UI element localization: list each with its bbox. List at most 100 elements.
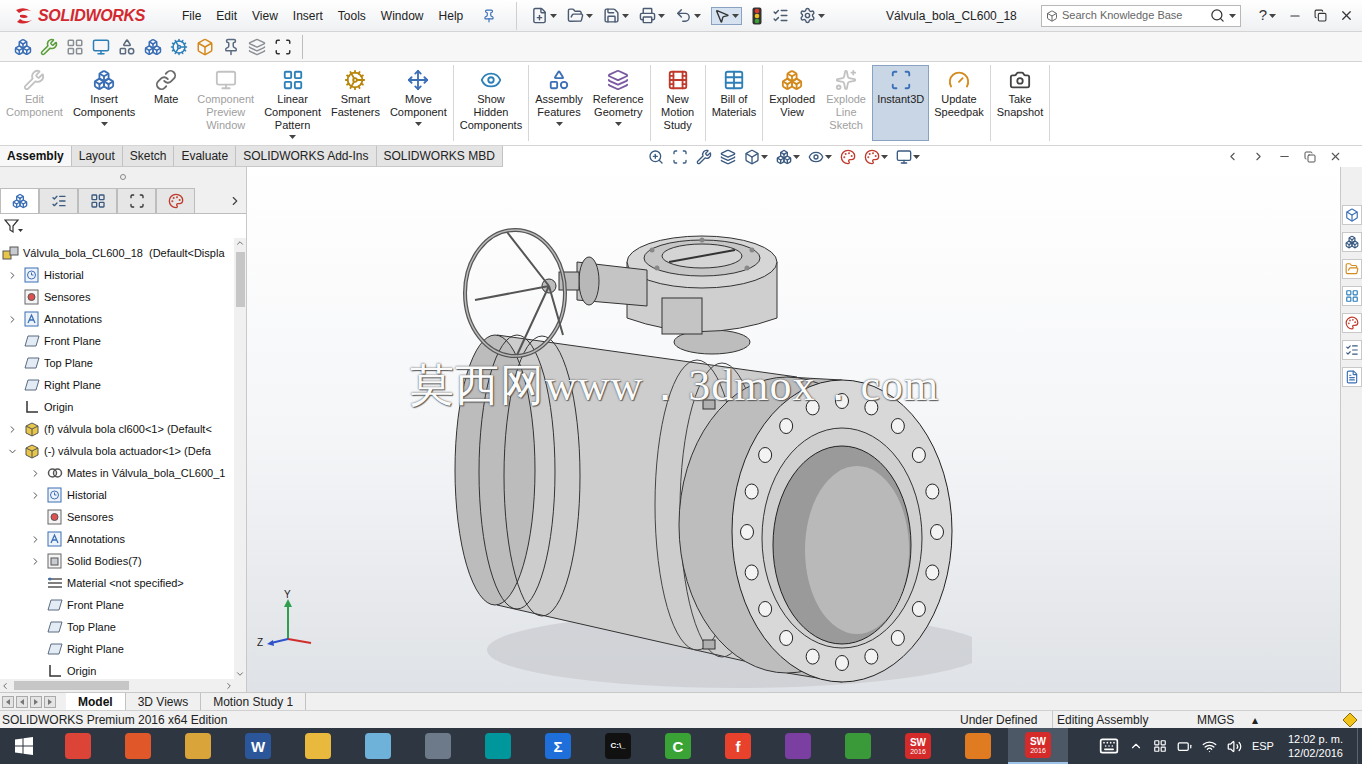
- search-icon[interactable]: [1210, 8, 1225, 23]
- dropdown-arrow-icon[interactable]: [1269, 14, 1276, 18]
- command-button[interactable]: SmartFasteners: [326, 65, 385, 141]
- command-button[interactable]: TakeSnapshot: [992, 65, 1048, 141]
- start-button[interactable]: [0, 728, 48, 764]
- task-pane-tab[interactable]: [1342, 313, 1362, 333]
- command-button[interactable]: Bill ofMaterials: [707, 65, 762, 141]
- view-tool-button[interactable]: [648, 149, 664, 165]
- panel-grip[interactable]: [0, 167, 246, 187]
- tree-item[interactable]: Right Plane: [0, 638, 234, 660]
- expand-arrow-icon[interactable]: [30, 534, 41, 545]
- command-button[interactable]: ExplodeLineSketch: [820, 65, 872, 141]
- taskbar-app[interactable]: SW2016: [1008, 728, 1068, 764]
- command-button[interactable]: LinearComponentPattern: [259, 65, 326, 141]
- tree-item[interactable]: Annotations: [0, 308, 234, 330]
- bottom-tab[interactable]: Motion Study 1: [201, 693, 306, 710]
- task-pane-tab[interactable]: [1342, 367, 1362, 387]
- quick-access-button[interactable]: [567, 7, 593, 24]
- view-tool-button[interactable]: [896, 149, 920, 165]
- show-desktop-button[interactable]: [1357, 728, 1362, 764]
- command-button[interactable]: Instant3D: [872, 65, 929, 141]
- command-button[interactable]: Mate: [140, 65, 192, 141]
- logo[interactable]: SOLIDWORKS: [0, 4, 176, 28]
- dropdown-arrow-icon[interactable]: [825, 155, 832, 159]
- command-tab[interactable]: Assembly: [0, 146, 72, 166]
- tab-scroll-icon[interactable]: [2, 696, 14, 708]
- taskbar-app[interactable]: [108, 728, 168, 764]
- taskbar-app[interactable]: f: [708, 728, 768, 764]
- tree-item[interactable]: Front Plane: [0, 330, 234, 352]
- dropdown-arrow-icon[interactable]: [1229, 14, 1236, 18]
- file-properties-icon[interactable]: [772, 7, 789, 24]
- toolbar-tool-icon[interactable]: [118, 38, 136, 56]
- dropdown-arrow-icon[interactable]: [415, 122, 422, 126]
- taskbar-app[interactable]: [288, 728, 348, 764]
- view-tool-button[interactable]: [808, 149, 832, 165]
- task-pane-tab[interactable]: [1342, 259, 1362, 279]
- dropdown-arrow-icon[interactable]: [913, 155, 920, 159]
- taskbar-app[interactable]: [348, 728, 408, 764]
- dropdown-arrow-icon[interactable]: [732, 14, 739, 18]
- tree-item[interactable]: Válvula_bola_CL600_18 (Default<Displa: [0, 242, 234, 264]
- wifi-icon[interactable]: [1202, 739, 1217, 754]
- toolbar-tool-icon[interactable]: [196, 38, 214, 56]
- expand-arrow-icon[interactable]: [30, 468, 41, 479]
- quick-access-button[interactable]: [639, 7, 665, 24]
- rebuild-icon[interactable]: [752, 7, 762, 25]
- tree-item[interactable]: Sensores: [0, 506, 234, 528]
- valve-model-icon[interactable]: [452, 225, 972, 692]
- tree-item[interactable]: (-) válvula bola actuador<1> (Defa: [0, 440, 234, 462]
- view-tool-button[interactable]: [696, 149, 712, 165]
- bottom-tab[interactable]: Model: [66, 693, 126, 710]
- tree-item[interactable]: Annotations: [0, 528, 234, 550]
- view-tool-button[interactable]: [840, 149, 856, 165]
- dropdown-arrow-icon[interactable]: [550, 14, 557, 18]
- menu-item[interactable]: Edit: [216, 7, 237, 25]
- toolbar-tool-icon[interactable]: [144, 38, 162, 56]
- bottom-tab[interactable]: 3D Views: [126, 693, 201, 710]
- menu-item[interactable]: Insert: [293, 7, 323, 25]
- tree-item[interactable]: Origin: [0, 396, 234, 418]
- taskbar-app[interactable]: W: [228, 728, 288, 764]
- search-box[interactable]: Search Knowledge Base: [1041, 5, 1241, 27]
- collapse-arrow-icon[interactable]: [7, 446, 18, 457]
- battery-icon[interactable]: [1177, 739, 1192, 754]
- filter-icon[interactable]: [4, 218, 24, 234]
- dropdown-arrow-icon[interactable]: [881, 155, 888, 159]
- graphics-area[interactable]: 莫西网www．3dmox．comYZ: [247, 167, 1340, 692]
- toolbar-tool-icon[interactable]: [40, 38, 58, 56]
- taskbar-app[interactable]: [408, 728, 468, 764]
- tree-item[interactable]: (f) válvula bola cl600<1> (Default<: [0, 418, 234, 440]
- scroll-thumb[interactable]: [236, 252, 245, 307]
- taskbar-app[interactable]: [948, 728, 1008, 764]
- dropdown-arrow-icon[interactable]: [289, 135, 296, 139]
- panel-tab[interactable]: [0, 188, 39, 213]
- toolbar-tool-icon[interactable]: [274, 38, 292, 56]
- command-tab[interactable]: Evaluate: [174, 146, 236, 166]
- dropdown-arrow-icon[interactable]: [101, 122, 108, 126]
- tree-item[interactable]: Solid Bodies(7): [0, 550, 234, 572]
- command-button[interactable]: NewMotionStudy: [652, 65, 704, 141]
- task-pane-tab[interactable]: [1342, 205, 1362, 225]
- dropdown-arrow-icon[interactable]: [622, 14, 629, 18]
- clock[interactable]: 12:02 p. m.12/02/2016: [1284, 732, 1347, 760]
- pin-icon[interactable]: [482, 9, 496, 23]
- tree-item[interactable]: Top Plane: [0, 616, 234, 638]
- tree-item[interactable]: Right Plane: [0, 374, 234, 396]
- show-hidden-icons-icon[interactable]: [1129, 739, 1143, 753]
- dropdown-arrow-icon[interactable]: [793, 155, 800, 159]
- taskbar-app[interactable]: [168, 728, 228, 764]
- dropdown-arrow-icon[interactable]: [586, 14, 593, 18]
- restore-icon[interactable]: [1314, 9, 1327, 22]
- scroll-up-icon[interactable]: [235, 238, 245, 248]
- quick-access-button[interactable]: [603, 7, 629, 24]
- command-button[interactable]: ReferenceGeometry: [588, 65, 649, 141]
- menu-item[interactable]: View: [252, 7, 278, 25]
- expand-arrow-icon[interactable]: [30, 556, 41, 567]
- view-tool-button[interactable]: [776, 149, 800, 165]
- panel-tab[interactable]: [156, 188, 195, 213]
- scroll-down-icon[interactable]: [235, 669, 245, 679]
- horizontal-scrollbar[interactable]: [0, 679, 246, 692]
- viewport-restore-icon[interactable]: [1304, 151, 1316, 163]
- taskbar-app[interactable]: [768, 728, 828, 764]
- command-button[interactable]: EditComponent: [1, 65, 68, 141]
